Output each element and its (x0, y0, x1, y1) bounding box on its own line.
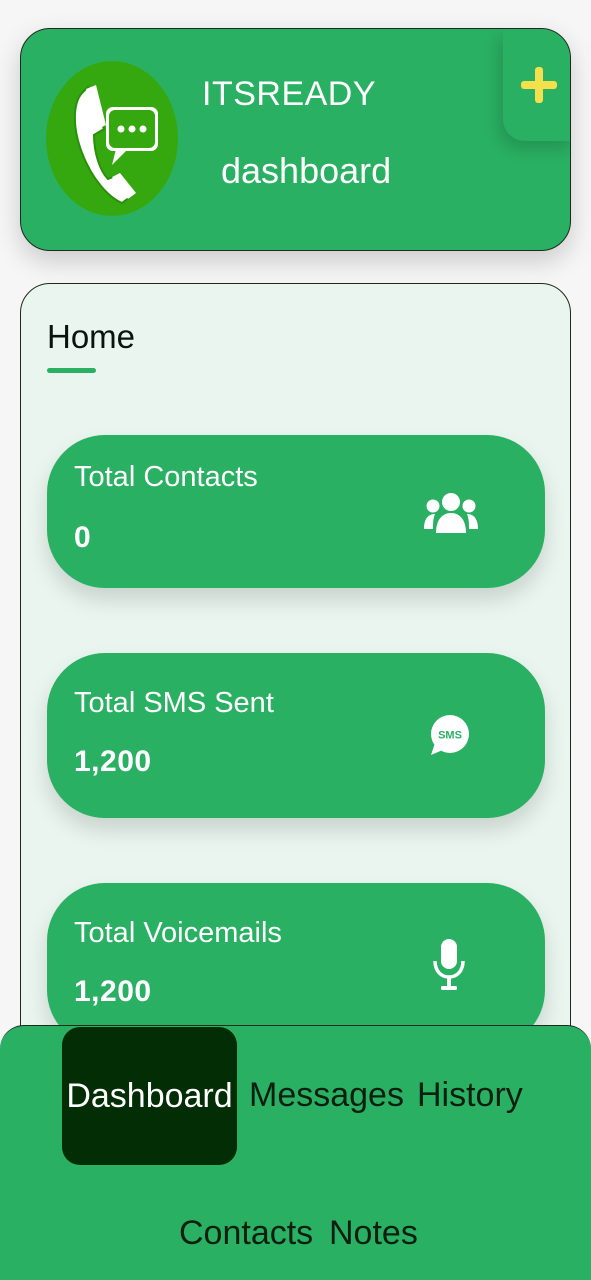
nav-history[interactable]: History (417, 1076, 523, 1115)
nav-notes[interactable]: Notes (329, 1214, 418, 1253)
section-title: Home (47, 318, 136, 355)
stat-card-sms[interactable]: Total SMS Sent 1,200 SMS (47, 653, 545, 818)
nav-messages[interactable]: Messages (249, 1076, 404, 1115)
stat-card-contacts[interactable]: Total Contacts 0 (47, 435, 545, 588)
users-icon (424, 493, 478, 533)
add-button[interactable] (503, 29, 570, 141)
svg-text:SMS: SMS (438, 730, 462, 742)
bottom-navigation: Dashboard Messages History Contacts Note… (0, 1025, 591, 1280)
stat-label: Total Contacts (74, 461, 258, 493)
phone-chat-icon (73, 85, 158, 205)
nav-dashboard[interactable]: Dashboard (62, 1027, 237, 1165)
plus-icon (521, 67, 557, 103)
page-subtitle: dashboard (221, 150, 392, 191)
stat-value: 0 (74, 521, 92, 554)
microphone-icon (433, 939, 465, 990)
app-logo (46, 61, 178, 216)
stat-value: 1,200 (74, 745, 152, 778)
stat-label: Total Voicemails (74, 917, 282, 949)
stat-label: Total SMS Sent (74, 687, 274, 719)
nav-contacts[interactable]: Contacts (179, 1214, 313, 1253)
stat-card-voicemails[interactable]: Total Voicemails 1,200 (47, 883, 545, 1048)
section-underline (47, 368, 96, 373)
sms-icon: SMS (431, 715, 469, 755)
stat-value: 1,200 (74, 975, 152, 1008)
app-title: ITSREADY (202, 75, 377, 113)
app-screen: ITSREADY dashboard Home Total Contacts 0 (0, 0, 591, 1280)
header-card: ITSREADY dashboard (20, 28, 571, 251)
